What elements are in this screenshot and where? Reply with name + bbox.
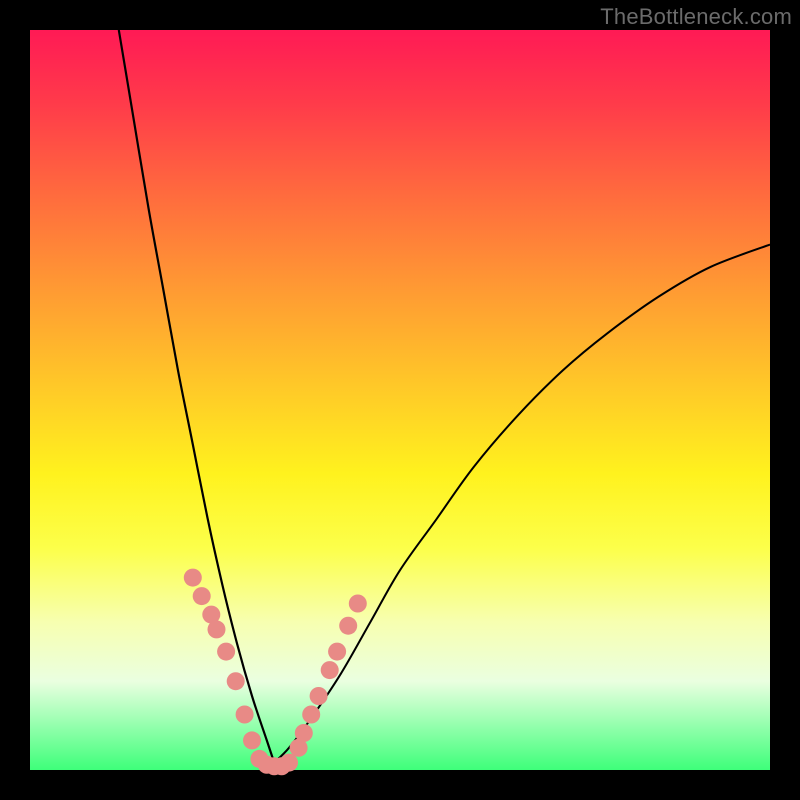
highlight-marker [321,661,339,679]
highlight-marker [280,754,298,772]
highlight-marker [184,569,202,587]
highlight-marker [243,731,261,749]
highlight-marker [349,595,367,613]
highlight-marker [302,706,320,724]
highlight-marker [310,687,328,705]
curve-right-branch [274,245,770,763]
highlight-marker [236,706,254,724]
highlight-marker [295,724,313,742]
highlight-marker [328,643,346,661]
highlight-marker [217,643,235,661]
highlight-marker [208,620,226,638]
watermark-text: TheBottleneck.com [600,4,792,30]
chart-frame: TheBottleneck.com [0,0,800,800]
plot-area [30,30,770,770]
curve-layer [30,30,770,770]
curve-left-branch [119,30,274,763]
highlight-markers [184,569,367,776]
highlight-marker [227,672,245,690]
highlight-marker [339,617,357,635]
highlight-marker [193,587,211,605]
